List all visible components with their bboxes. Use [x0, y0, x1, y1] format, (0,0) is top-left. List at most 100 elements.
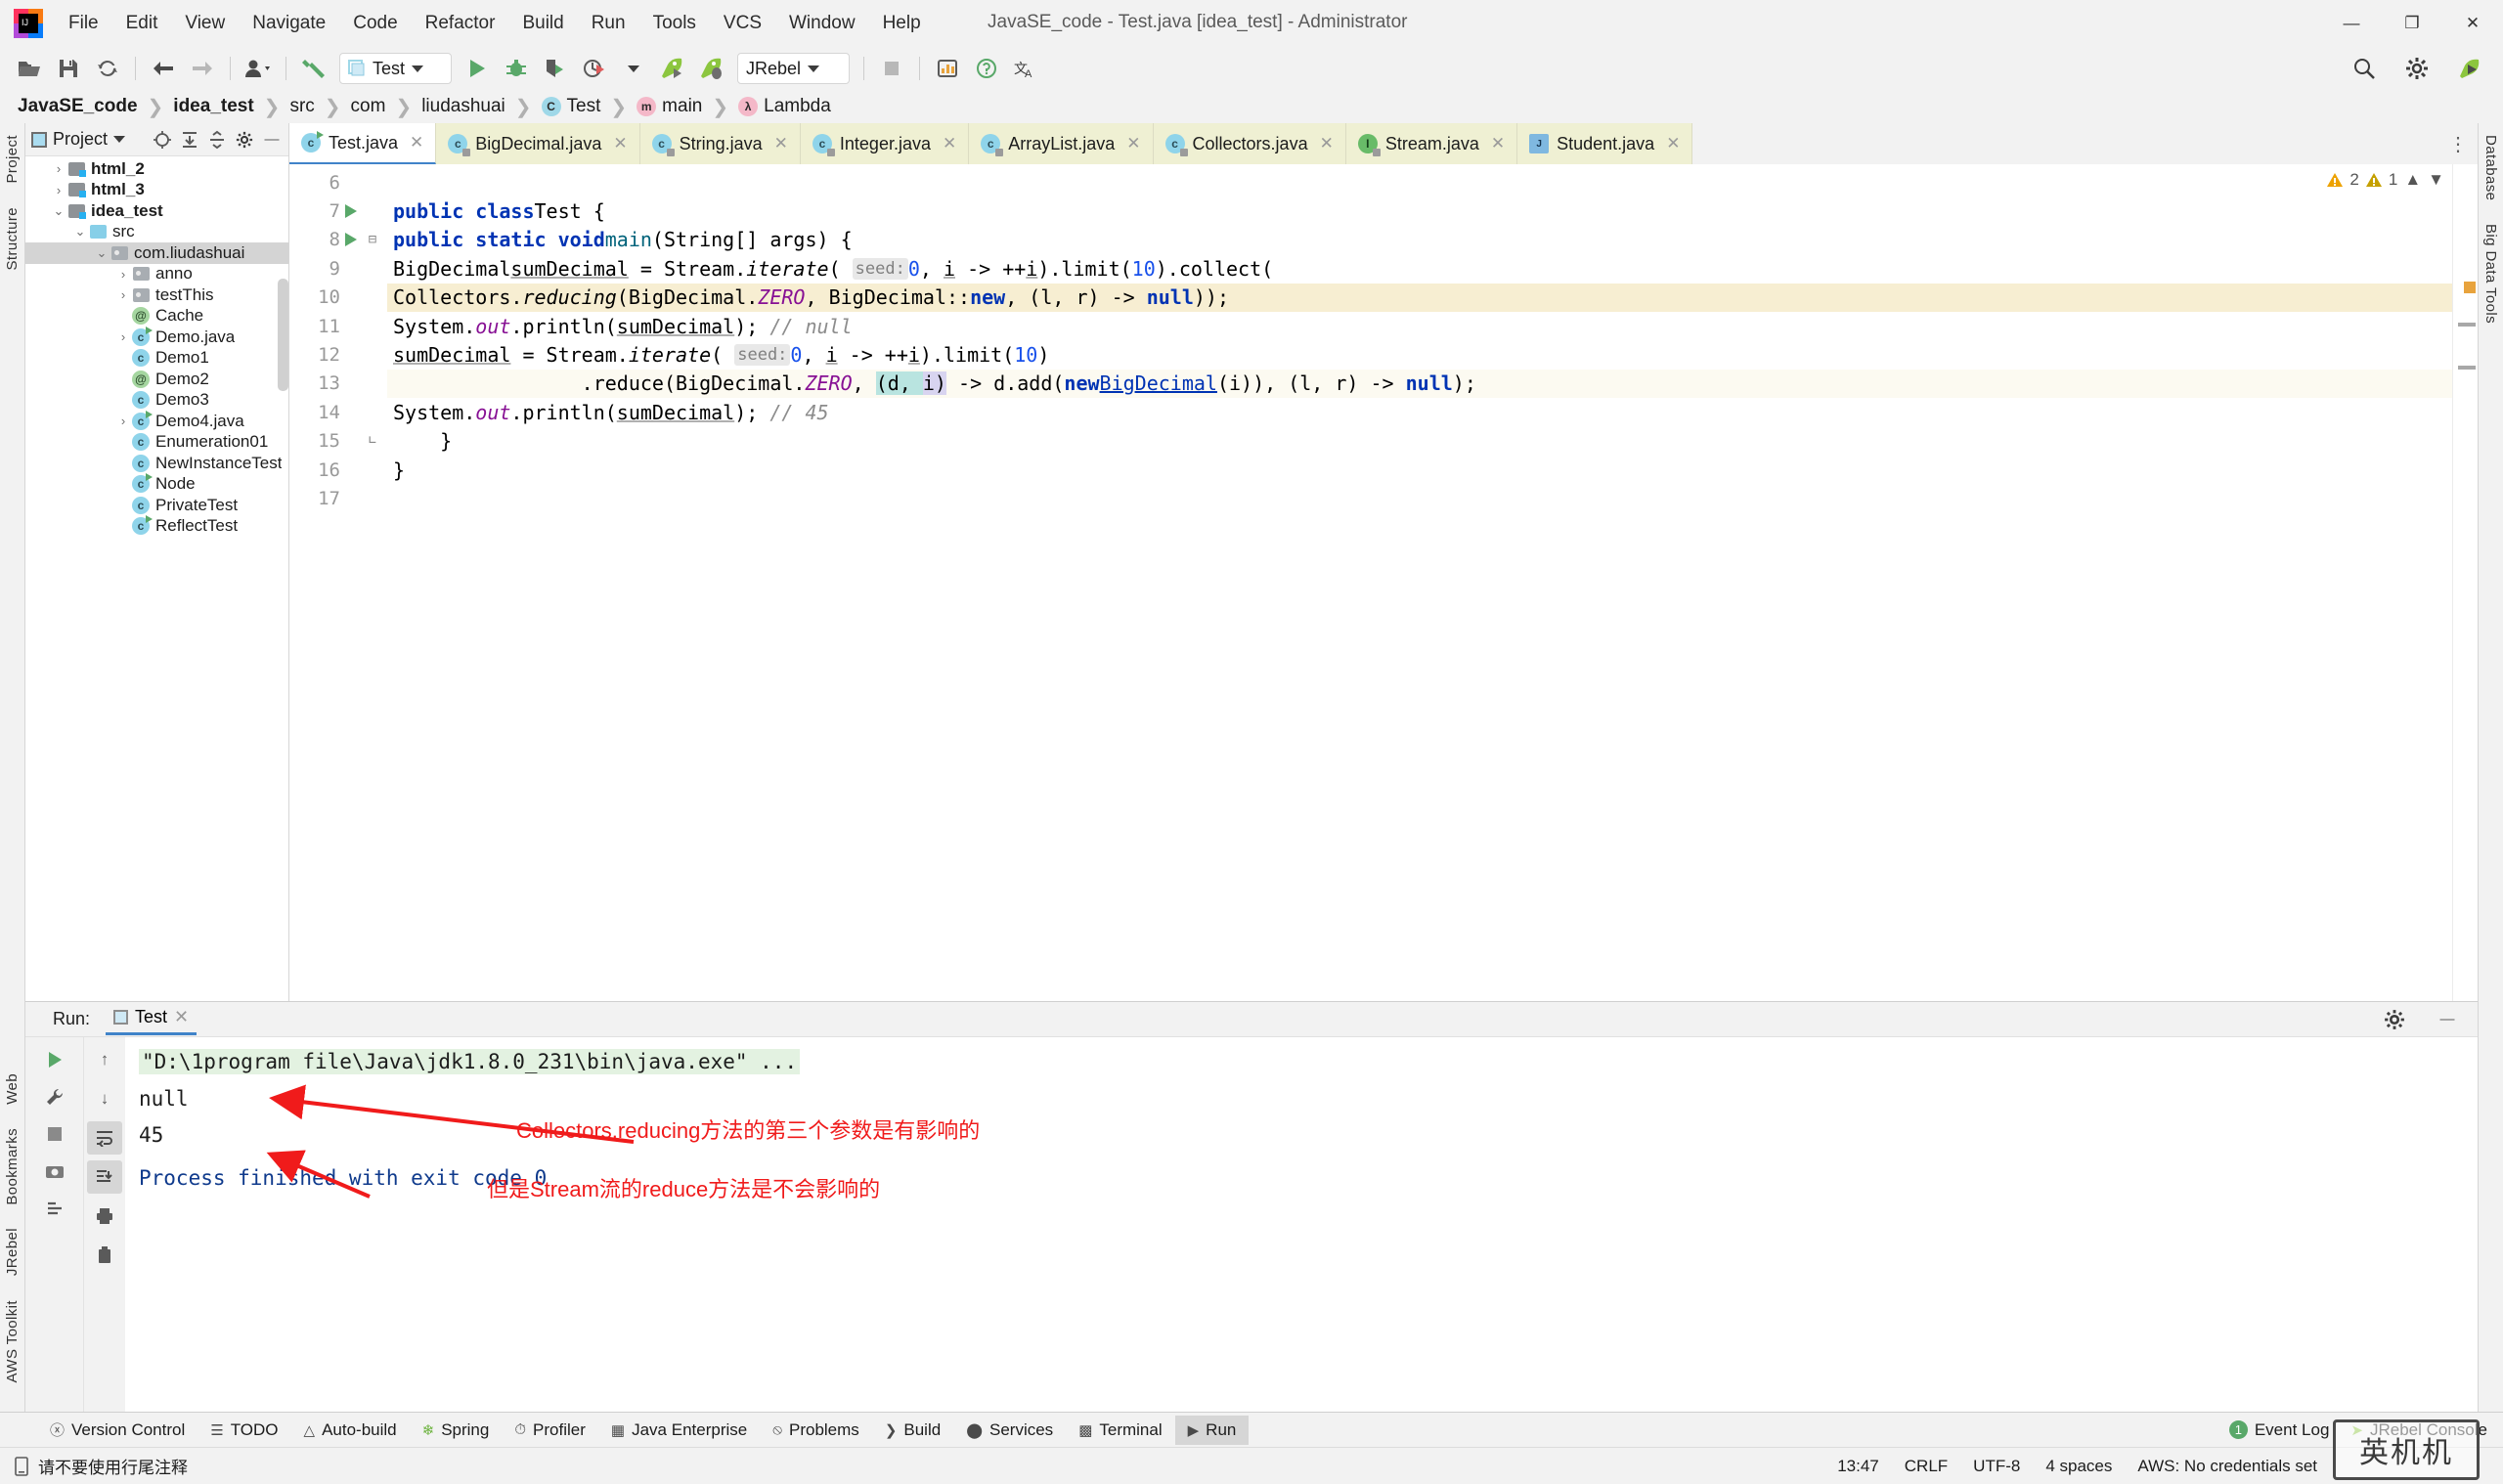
rail-tab-aws-toolkit[interactable]: AWS Toolkit	[2, 1288, 22, 1394]
sync-icon[interactable]	[91, 53, 124, 84]
run-configuration-selector[interactable]: Test	[339, 53, 452, 84]
minimize-button[interactable]: —	[2321, 0, 2382, 47]
help-circle-icon[interactable]	[970, 53, 1003, 84]
close-icon[interactable]: ✕	[613, 134, 627, 153]
menu-view[interactable]: View	[171, 9, 239, 38]
up-arrow-icon[interactable]: ↑	[87, 1043, 122, 1076]
user-icon[interactable]	[242, 53, 275, 84]
close-icon[interactable]: ✕	[1666, 134, 1680, 153]
close-icon[interactable]: ✕	[774, 134, 788, 153]
breadcrumb-item-class[interactable]: C Test	[538, 94, 605, 119]
maximize-button[interactable]: ❐	[2382, 0, 2442, 47]
wrench-icon[interactable]	[37, 1080, 72, 1113]
chevron-down-icon[interactable]: ⌄	[72, 224, 88, 240]
run-panel-tab-test[interactable]: Test ✕	[106, 1004, 198, 1035]
tree-node-Demo1[interactable]: c Demo1	[25, 348, 288, 370]
camera-icon[interactable]	[37, 1155, 72, 1188]
hide-icon[interactable]: —	[261, 129, 283, 151]
jrebel-run-icon[interactable]	[656, 53, 689, 84]
trash-icon[interactable]	[87, 1239, 122, 1272]
close-icon[interactable]: ✕	[410, 133, 423, 153]
file-encoding[interactable]: UTF-8	[1973, 1457, 2020, 1476]
tree-node-NewInstanceTest[interactable]: c NewInstanceTest	[25, 453, 288, 474]
soft-wrap-icon[interactable]	[87, 1121, 122, 1155]
menu-window[interactable]: Window	[775, 9, 869, 38]
tree-node-PrivateTest[interactable]: c PrivateTest	[25, 495, 288, 516]
editor-gutter[interactable]: 6 7 8 ⊟ 9 10 11 12 13 14 15 ∟ 16 17	[289, 164, 387, 1001]
chevron-right-icon[interactable]: ›	[51, 183, 66, 197]
toolwindow-profiler[interactable]: ⏱ Profiler	[502, 1416, 598, 1445]
toolwindow-terminal[interactable]: ▩ Terminal	[1066, 1416, 1174, 1445]
editor-tab-student-java[interactable]: J Student.java ✕	[1517, 123, 1693, 164]
editor-tab-string-java[interactable]: c String.java ✕	[639, 123, 801, 164]
rail-tab-jrebel[interactable]: JRebel	[2, 1216, 22, 1288]
jrebel-selector[interactable]: JRebel	[737, 53, 850, 84]
breadcrumb-item-project[interactable]: JavaSE_code	[14, 94, 142, 119]
breadcrumb-item-method[interactable]: m main	[633, 94, 706, 119]
project-tree[interactable]: › html_2 › html_3 ⌄ idea_test ⌄ src ⌄ co…	[25, 156, 288, 1001]
collapse-all-icon[interactable]	[206, 129, 228, 151]
chevron-down-icon[interactable]: ▼	[2428, 170, 2444, 190]
breadcrumb-item-lambda[interactable]: λ Lambda	[734, 94, 835, 119]
tree-node-html_3[interactable]: › html_3	[25, 180, 288, 201]
toolwindow-version-control[interactable]: ⓧ Version Control	[37, 1415, 198, 1445]
indent-setting[interactable]: 4 spaces	[2045, 1457, 2112, 1476]
editor-marker-bar[interactable]	[2452, 164, 2478, 1001]
menu-code[interactable]: Code	[339, 9, 411, 38]
breadcrumb-item-src[interactable]: src	[285, 94, 318, 119]
toolwindow-build[interactable]: ❯ Build	[872, 1416, 953, 1445]
menu-vcs[interactable]: VCS	[710, 9, 775, 38]
caret-position[interactable]: 13:47	[1837, 1457, 1879, 1476]
editor-tab-collectors-java[interactable]: c Collectors.java ✕	[1153, 123, 1346, 164]
locate-target-icon[interactable]	[152, 129, 173, 151]
toolwindow-java-enterprise[interactable]: ▦ Java Enterprise	[598, 1416, 760, 1445]
rail-tab-database[interactable]: Database	[2481, 123, 2501, 212]
back-arrow-icon[interactable]	[147, 53, 180, 84]
save-icon[interactable]	[52, 53, 85, 84]
close-icon[interactable]: ✕	[1320, 134, 1334, 153]
jrebel-debug-icon[interactable]	[695, 53, 728, 84]
console-output[interactable]: "D:\1program file\Java\jdk1.8.0_231\bin\…	[125, 1037, 2478, 1412]
inspection-widget[interactable]: 2 1 ▲ ▼	[2327, 170, 2444, 190]
gear-icon[interactable]	[2384, 1009, 2405, 1030]
dashboard-icon[interactable]	[931, 53, 964, 84]
menu-navigate[interactable]: Navigate	[239, 9, 339, 38]
menu-refactor[interactable]: Refactor	[412, 9, 509, 38]
tree-node-Enumeration01[interactable]: c Enumeration01	[25, 432, 288, 454]
search-icon[interactable]	[2348, 53, 2381, 84]
run-with-coverage-button[interactable]	[539, 53, 572, 84]
toolwindow-todo[interactable]: ☰ TODO	[198, 1416, 290, 1445]
expand-all-icon[interactable]	[179, 129, 200, 151]
scroll-to-end-icon[interactable]	[87, 1160, 122, 1194]
debug-button[interactable]	[500, 53, 533, 84]
breadcrumb-item-module[interactable]: idea_test	[169, 94, 257, 119]
jrebel-play-icon[interactable]	[2453, 53, 2486, 84]
tree-node-Cache[interactable]: @ Cache	[25, 306, 288, 327]
down-arrow-icon[interactable]: ↓	[87, 1082, 122, 1115]
chevron-right-icon[interactable]: ›	[115, 414, 131, 428]
profiler-button[interactable]	[578, 53, 611, 84]
chevron-right-icon[interactable]: ›	[51, 161, 66, 176]
rail-tab-big-data-tools[interactable]: Big Data Tools	[2481, 212, 2501, 335]
tree-node-html_2[interactable]: › html_2	[25, 158, 288, 180]
restore-layout-icon[interactable]	[37, 1192, 72, 1225]
toolwindow-run[interactable]: ▶ Run	[1174, 1415, 1250, 1445]
project-tree-scrollbar[interactable]	[278, 279, 288, 391]
chevron-down-icon[interactable]: ⌄	[51, 203, 66, 219]
rail-tab-project[interactable]: Project	[2, 123, 22, 196]
tree-node-Demo2[interactable]: @ Demo2	[25, 369, 288, 390]
chevron-down-icon[interactable]: ⌄	[94, 245, 110, 261]
close-icon[interactable]: ✕	[1126, 134, 1140, 153]
tree-node-ReflectTest[interactable]: c ReflectTest	[25, 515, 288, 538]
rerun-icon[interactable]	[37, 1043, 72, 1076]
toolwindow-auto-build[interactable]: △ Auto-build	[291, 1416, 410, 1445]
close-button[interactable]: ✕	[2442, 0, 2503, 47]
close-icon[interactable]: ✕	[1491, 134, 1505, 153]
chevron-down-icon[interactable]	[113, 136, 126, 143]
menu-build[interactable]: Build	[508, 9, 577, 38]
menu-edit[interactable]: Edit	[112, 9, 172, 38]
profiler-dropdown-icon[interactable]	[617, 53, 650, 84]
settings-gear-icon[interactable]	[2400, 53, 2434, 84]
close-icon[interactable]: ✕	[943, 134, 956, 153]
editor-tabs-menu[interactable]: ⋮	[2448, 123, 2478, 164]
